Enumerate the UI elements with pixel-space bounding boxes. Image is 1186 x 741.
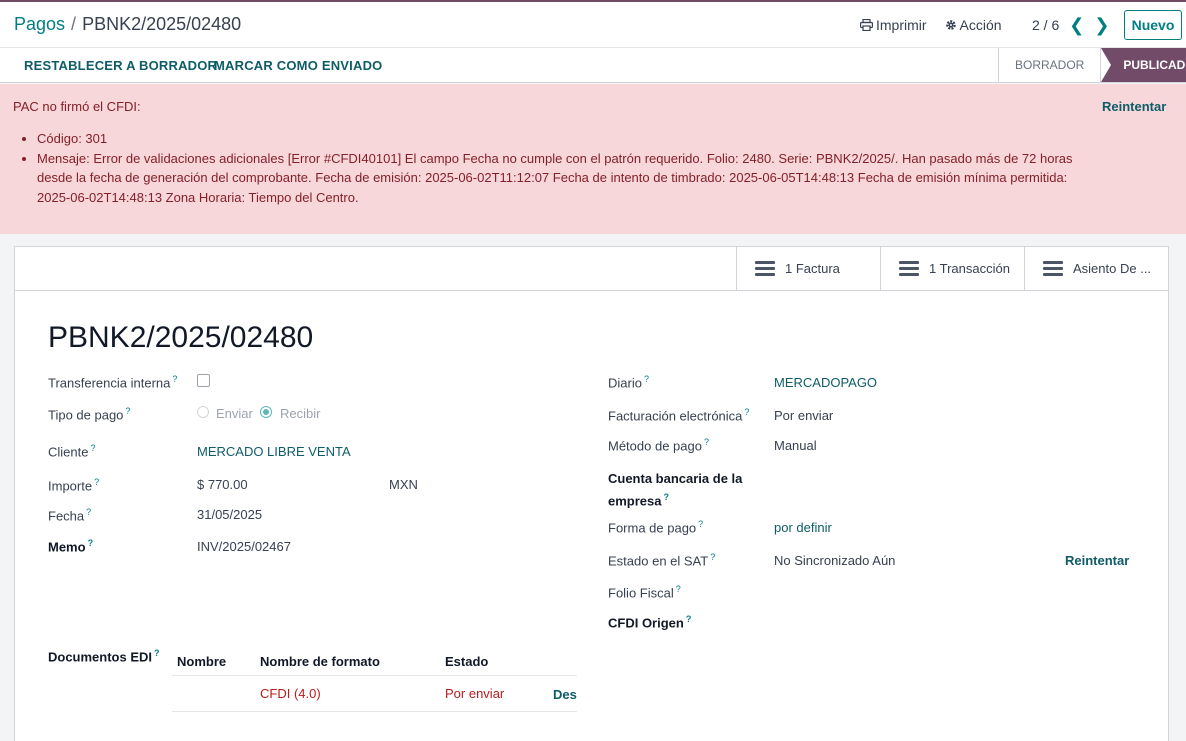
help-icon[interactable]: ?: [686, 614, 692, 624]
sat-retry-button[interactable]: Reintentar: [1065, 553, 1129, 568]
e-invoicing-field: Por enviar: [774, 408, 834, 423]
new-button[interactable]: Nuevo: [1124, 10, 1182, 40]
journal-field[interactable]: MERCADOPAGO: [774, 375, 877, 390]
stage-draft[interactable]: BORRADOR: [998, 48, 1100, 82]
amount-field[interactable]: $ 770.00: [197, 477, 248, 492]
customer-label: Cliente?: [48, 443, 96, 460]
edi-row-format: CFDI (4.0): [260, 686, 321, 701]
help-icon[interactable]: ?: [663, 492, 669, 502]
action-label: Acción: [959, 17, 1002, 33]
stage-posted[interactable]: PUBLICADO: [1100, 48, 1186, 82]
breadcrumb-parent-link[interactable]: Pagos: [14, 14, 65, 34]
edi-col-name[interactable]: Nombre: [177, 654, 226, 669]
help-icon[interactable]: ?: [676, 584, 681, 594]
chevron-right-icon[interactable]: ❯: [1094, 16, 1109, 34]
chevron-left-icon[interactable]: ❮: [1069, 16, 1084, 34]
invoice-smart-button[interactable]: 1 Factura: [736, 247, 880, 290]
cfdi-origin-field[interactable]: [774, 609, 1134, 633]
help-icon[interactable]: ?: [172, 374, 177, 384]
smart-button-box: 1 Factura 1 Transacción Asiento De ...: [15, 247, 1168, 291]
help-icon[interactable]: ?: [698, 519, 703, 529]
payment-method-label: Método de pago?: [608, 437, 709, 454]
record-title: PBNK2/2025/02480: [48, 321, 314, 354]
edi-documents-label: Documentos EDI?: [48, 648, 160, 665]
help-icon[interactable]: ?: [154, 648, 160, 658]
alert-details: Código: 301 Mensaje: Error de validacion…: [37, 129, 1097, 207]
sat-state-label: Estado en el SAT?: [608, 552, 716, 569]
help-icon[interactable]: ?: [644, 374, 649, 384]
journal-entry-smart-button[interactable]: Asiento De ...: [1024, 247, 1168, 290]
alert-code: Código: 301: [37, 129, 1097, 149]
alert-title: PAC no firmó el CFDI:: [13, 99, 141, 114]
customer-field[interactable]: MERCADO LIBRE VENTA: [197, 444, 351, 459]
journal-label: Diario?: [608, 374, 649, 391]
sat-state-field: No Sincronizado Aún: [774, 553, 896, 568]
pager-value[interactable]: 2 / 6: [1032, 17, 1059, 33]
payment-form-field[interactable]: por definir: [774, 520, 832, 535]
payment-type-receive-label: Recibir: [280, 406, 321, 421]
stage-indicator: BORRADOR PUBLICADO: [998, 48, 1186, 82]
breadcrumb-current: PBNK2/2025/02480: [82, 14, 242, 34]
transaction-smart-button[interactable]: 1 Transacción: [880, 247, 1024, 290]
date-label: Fecha?: [48, 507, 92, 524]
help-icon[interactable]: ?: [744, 407, 749, 417]
list-icon: [899, 261, 919, 276]
gear-icon: [945, 20, 956, 30]
list-icon: [755, 261, 775, 276]
control-panel-actions: Imprimir Acción: [860, 17, 1002, 33]
e-invoicing-label: Facturación electrónica?: [608, 407, 750, 424]
pager: 2 / 6 ❮ ❯: [1032, 16, 1109, 34]
printer-icon: [860, 19, 873, 31]
mark-as-sent-button[interactable]: MARCAR COMO ENVIADO: [214, 58, 382, 73]
help-icon[interactable]: ?: [125, 406, 130, 416]
help-icon[interactable]: ?: [90, 443, 95, 453]
edi-col-state[interactable]: Estado: [445, 654, 488, 669]
edi-col-format[interactable]: Nombre de formato: [260, 654, 380, 669]
help-icon[interactable]: ?: [86, 507, 91, 517]
cfdi-origin-label: CFDI Origen?: [608, 614, 692, 631]
payment-type-receive-radio[interactable]: [260, 406, 272, 418]
edi-row-action-button[interactable]: Desc: [553, 687, 577, 702]
payment-form-label: Forma de pago?: [608, 519, 704, 536]
help-icon[interactable]: ?: [94, 477, 99, 487]
table-row[interactable]: CFDI (4.0) Por enviar Desc: [172, 676, 577, 712]
error-alert: PAC no firmó el CFDI: Reintentar Código:…: [0, 84, 1186, 234]
company-bank-account-field[interactable]: [774, 469, 1134, 505]
breadcrumb-separator: /: [71, 14, 77, 34]
company-bank-account-label: Cuenta bancaria de la empresa?: [608, 471, 743, 509]
print-button[interactable]: Imprimir: [860, 17, 927, 33]
action-button[interactable]: Acción: [945, 17, 1002, 33]
form-sheet: 1 Factura 1 Transacción Asiento De ... P…: [14, 246, 1169, 741]
memo-label: Memo?: [48, 538, 94, 555]
transaction-smart-label: 1 Transacción: [929, 261, 1010, 276]
edi-row-state: Por enviar: [445, 686, 505, 701]
reset-to-draft-button[interactable]: RESTABLECER A BORRADOR: [24, 58, 217, 73]
edi-table-header: Nombre Nombre de formato Estado: [172, 645, 577, 676]
amount-label: Importe?: [48, 477, 100, 494]
date-field[interactable]: 31/05/2025: [197, 507, 262, 522]
payment-type-label: Tipo de pago?: [48, 406, 131, 423]
memo-field[interactable]: INV/2025/02467: [197, 539, 291, 554]
currency-field[interactable]: MXN: [389, 477, 418, 492]
payment-type-send-label: Enviar: [216, 406, 253, 421]
help-icon[interactable]: ?: [88, 538, 94, 548]
help-icon[interactable]: ?: [710, 552, 715, 562]
breadcrumb: Pagos / PBNK2/2025/02480: [14, 14, 241, 35]
internal-transfer-checkbox[interactable]: [197, 374, 210, 387]
invoice-smart-label: 1 Factura: [785, 261, 840, 276]
internal-transfer-label: Transferencia interna?: [48, 374, 178, 391]
fiscal-folio-label: Folio Fiscal?: [608, 584, 681, 601]
alert-retry-button[interactable]: Reintentar: [1102, 99, 1166, 114]
list-icon: [1043, 261, 1063, 276]
payment-type-send-radio[interactable]: [197, 406, 209, 418]
journal-entry-smart-label: Asiento De ...: [1073, 261, 1152, 276]
print-label: Imprimir: [876, 17, 927, 33]
alert-message: Mensaje: Error de validaciones adicional…: [37, 149, 1097, 208]
status-bar: RESTABLECER A BORRADOR MARCAR COMO ENVIA…: [0, 48, 1186, 83]
help-icon[interactable]: ?: [704, 437, 709, 447]
edi-documents-table: Nombre Nombre de formato Estado CFDI (4.…: [172, 645, 577, 712]
control-panel: Pagos / PBNK2/2025/02480 Imprimir Acción 2…: [0, 2, 1186, 48]
payment-method-field[interactable]: Manual: [774, 438, 817, 453]
